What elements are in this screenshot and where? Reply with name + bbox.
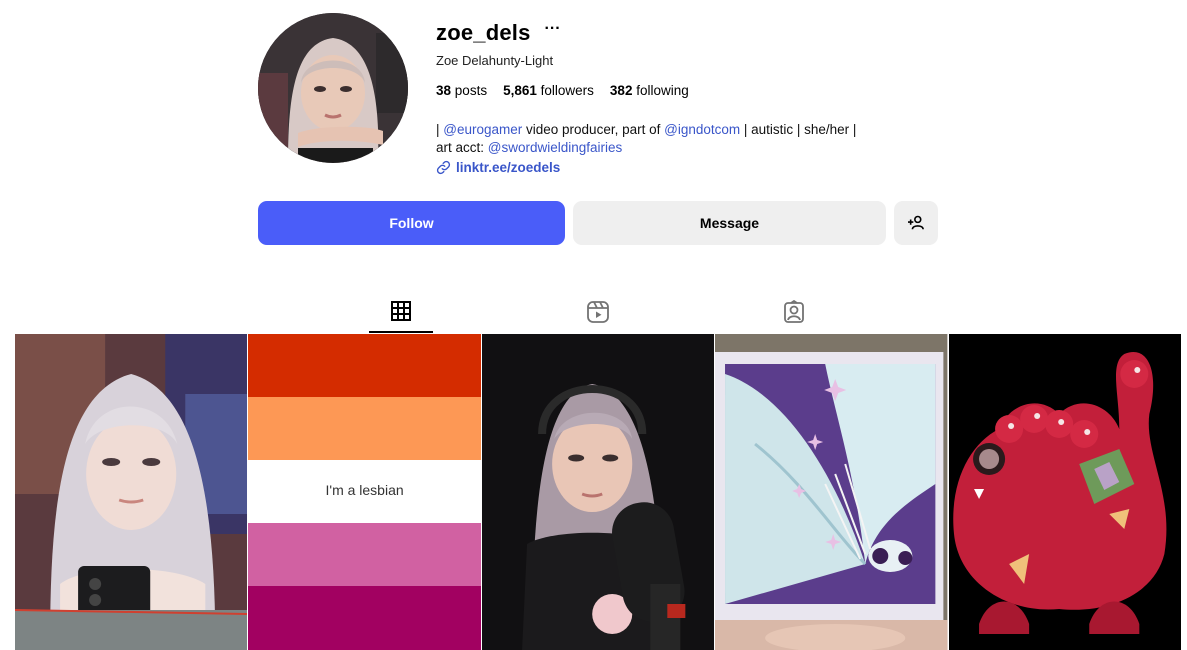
followers-count: 5,861 (503, 83, 537, 98)
profile-full-name: Zoe Delahunty-Light (436, 53, 554, 68)
post-image (481, 334, 715, 650)
tab-tagged[interactable] (762, 290, 826, 333)
flag-stripe (248, 334, 481, 397)
flag-stripe (248, 523, 481, 586)
mention-link[interactable]: @eurogamer (443, 122, 522, 137)
following-stat[interactable]: 382 following (610, 83, 689, 98)
posts-stat: 38 posts (436, 83, 487, 98)
followers-stat[interactable]: 5,861 followers (503, 83, 594, 98)
suggest-accounts-button[interactable] (894, 201, 938, 245)
profile-bio: | @eurogamer video producer, part of @ig… (436, 121, 886, 157)
post-thumbnail[interactable] (948, 334, 1181, 650)
post-thumbnail[interactable] (481, 334, 715, 650)
tab-reels[interactable] (566, 290, 630, 333)
link-icon (436, 160, 451, 175)
message-button[interactable]: Message (573, 201, 886, 245)
post-thumbnail[interactable]: I'm a lesbian (248, 334, 481, 650)
link-text[interactable]: linktr.ee/zoedels (456, 160, 560, 175)
profile-external-link[interactable]: linktr.ee/zoedels (436, 160, 560, 175)
add-person-icon (908, 215, 924, 230)
mention-link[interactable]: @swordwieldingfairies (488, 140, 623, 155)
flag-stripe (248, 397, 481, 460)
bio-text: | autistic | she/her | (740, 122, 857, 137)
bio-text: art acct: (436, 140, 488, 155)
profile-tabs (0, 290, 1187, 334)
following-count: 382 (609, 83, 633, 98)
posts-label: posts (454, 83, 488, 98)
posts-grid: I'm a lesbian (15, 334, 1181, 650)
tab-posts[interactable] (369, 290, 433, 333)
more-options-icon[interactable]: ··· (545, 21, 561, 42)
post-thumbnail[interactable] (15, 334, 248, 650)
post-thumbnail[interactable] (715, 334, 948, 650)
bio-text: video producer, part of (522, 122, 665, 137)
profile-stats: 38 posts 5,861 followers 382 following (436, 83, 689, 98)
profile-username: zoe_dels (436, 20, 531, 45)
mention-link[interactable]: @igndotcom (664, 122, 740, 137)
post-image (948, 334, 1181, 650)
post-caption-text: I'm a lesbian (325, 482, 404, 498)
reels-icon (587, 300, 609, 323)
following-label: following (636, 83, 689, 98)
posts-count: 38 (436, 83, 452, 98)
flag-stripe (248, 586, 481, 650)
post-image (15, 334, 248, 650)
grid-icon (391, 300, 411, 321)
post-image (715, 334, 948, 650)
followers-label: followers (540, 83, 594, 98)
profile-avatar[interactable] (258, 13, 408, 163)
tagged-icon (784, 299, 804, 323)
avatar-image (258, 13, 408, 163)
follow-button[interactable]: Follow (258, 201, 565, 245)
